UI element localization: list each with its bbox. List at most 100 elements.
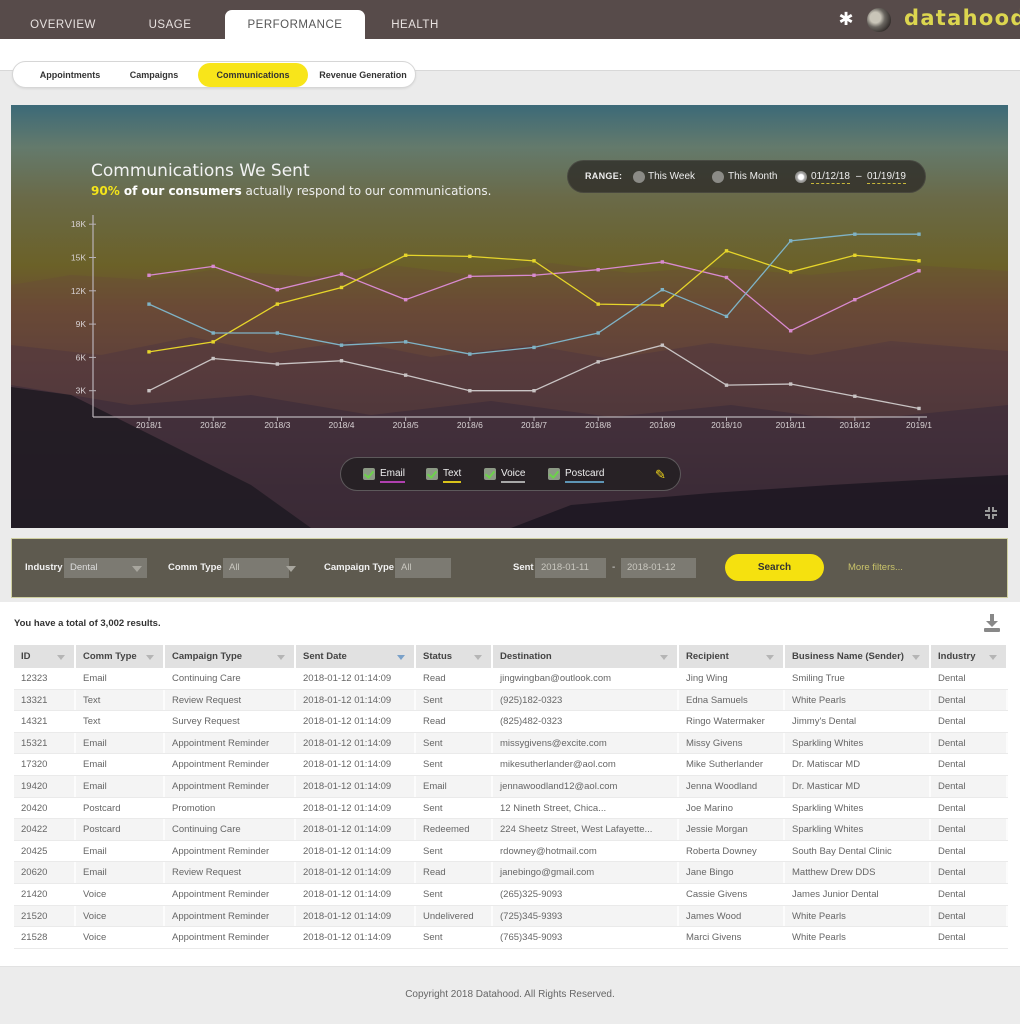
nav-tab-usage[interactable]: USAGE xyxy=(125,10,215,39)
legend-label-email[interactable]: Email xyxy=(380,468,406,483)
subtab-campaigns[interactable]: Campaigns xyxy=(113,63,195,87)
column-label: Campaign Type xyxy=(172,651,243,662)
sort-caret-icon[interactable] xyxy=(660,655,668,660)
column-header-destination[interactable]: Destination xyxy=(493,645,679,668)
nav-tab-performance[interactable]: PERFORMANCE xyxy=(225,10,365,39)
top-nav-bar: OVERVIEW USAGE PERFORMANCE HEALTH ✱ data… xyxy=(0,0,1020,39)
table-row[interactable]: 14321 Text Survey Request 2018-01-12 01:14:… xyxy=(14,711,1008,733)
data-point-text xyxy=(532,259,536,263)
table-row[interactable]: 15321 Email Appointment Reminder 2018-01-12… xyxy=(14,732,1008,755)
user-avatar[interactable] xyxy=(867,8,891,32)
nav-tab-overview[interactable]: OVERVIEW xyxy=(18,10,108,39)
sent-from-input[interactable]: 2018-01-11 xyxy=(535,558,606,578)
legend-label-postcard[interactable]: Postcard xyxy=(565,468,605,483)
column-header-business-name[interactable]: Business Name (Sender) xyxy=(785,645,931,668)
table-row[interactable]: 21420 Voice Appointment Reminder 2018-01-12… xyxy=(14,883,1008,906)
column-header-sent-date[interactable]: Sent Date xyxy=(296,645,416,668)
sort-caret-icon[interactable] xyxy=(146,655,154,660)
comm-type-label: Comm Type xyxy=(168,562,222,573)
table-cell: 20420 xyxy=(14,797,76,819)
legend-checkbox-text[interactable] xyxy=(426,468,438,480)
more-filters-link[interactable]: More filters... xyxy=(848,562,903,573)
table-cell: Email xyxy=(76,668,165,689)
table-cell: (725)345-9393 xyxy=(493,905,679,927)
subtab-communications[interactable]: Communications xyxy=(198,63,308,87)
table-row[interactable]: 17320 Email Appointment Reminder 2018-01-12… xyxy=(14,754,1008,776)
sort-caret-icon[interactable] xyxy=(277,655,285,660)
y-tick-label: 18K xyxy=(71,219,86,229)
sent-to-input[interactable]: 2018-01-12 xyxy=(621,558,696,578)
nav-tab-health[interactable]: HEALTH xyxy=(370,10,460,39)
table-cell: Dental xyxy=(931,689,1008,711)
table-cell: 2018-01-12 01:14:09 xyxy=(296,840,416,862)
data-point-email xyxy=(853,297,857,302)
column-header-status[interactable]: Status xyxy=(416,645,493,668)
column-header-industry[interactable]: Industry xyxy=(931,645,1008,668)
table-cell: 2018-01-12 01:14:09 xyxy=(296,927,416,948)
data-point-voice xyxy=(724,383,729,387)
search-button[interactable]: Search xyxy=(725,554,824,581)
table-cell: Email xyxy=(76,732,165,754)
sort-caret-icon[interactable] xyxy=(57,655,65,660)
table-cell: janebingo@gmail.com xyxy=(493,862,679,883)
legend-checkbox-postcard[interactable] xyxy=(548,468,560,480)
sort-caret-icon[interactable] xyxy=(397,655,405,660)
sort-caret-icon[interactable] xyxy=(912,655,920,660)
column-header-recipient[interactable]: Recipient xyxy=(679,645,785,668)
table-row[interactable]: 20620 Email Review Request 2018-01-12 01:14… xyxy=(14,862,1008,884)
campaign-type-input[interactable]: All xyxy=(395,558,451,578)
table-cell: Text xyxy=(76,689,165,711)
data-point-voice xyxy=(660,343,665,347)
table-cell: 14321 xyxy=(14,711,76,732)
legend-label-voice[interactable]: Voice xyxy=(501,468,526,483)
sort-caret-icon[interactable] xyxy=(989,655,997,660)
table-cell: 2018-01-12 01:14:09 xyxy=(296,689,416,711)
table-row[interactable]: 19420 Email Appointment Reminder 2018-01-12… xyxy=(14,775,1008,798)
subtab-revenue-generation[interactable]: Revenue Generation xyxy=(311,63,415,87)
legend-checkbox-voice[interactable] xyxy=(484,468,496,480)
column-header-comm-type[interactable]: Comm Type xyxy=(76,645,165,668)
table-cell: Cassie Givens xyxy=(679,883,785,905)
pencil-icon[interactable]: ✎ xyxy=(655,467,666,483)
table-cell: Mike Sutherlander xyxy=(679,754,785,775)
table-cell: Survey Request xyxy=(165,711,296,732)
column-header-campaign-type[interactable]: Campaign Type xyxy=(165,645,296,668)
table-cell: Jenna Woodland xyxy=(679,775,785,797)
table-cell: Matthew Drew DDS xyxy=(785,862,931,883)
gear-icon[interactable]: ✱ xyxy=(836,9,856,29)
legend-label-text[interactable]: Text xyxy=(443,468,462,483)
table-row[interactable]: 21528 Voice Appointment Reminder 2018-01-12… xyxy=(14,927,1008,949)
data-point-email xyxy=(468,274,472,279)
campaign-type-label: Campaign Type xyxy=(324,562,395,573)
data-point-text xyxy=(660,303,665,307)
sort-caret-icon[interactable] xyxy=(766,655,774,660)
table-row[interactable]: 12323 Email Continuing Care 2018-01-12 01:1… xyxy=(14,668,1008,690)
data-point-email xyxy=(660,260,665,264)
table-cell: Roberta Downey xyxy=(679,840,785,862)
table-body: 12323 Email Continuing Care 2018-01-12 01:1… xyxy=(14,668,1008,949)
data-point-voice xyxy=(339,359,344,363)
data-point-postcard xyxy=(917,232,921,236)
collapse-icon[interactable] xyxy=(984,506,998,520)
table-row[interactable]: 21520 Voice Appointment Reminder 2018-01-12… xyxy=(14,905,1008,928)
comm-type-select[interactable]: All xyxy=(223,558,289,578)
table-row[interactable]: 20425 Email Appointment Reminder 2018-01-12… xyxy=(14,840,1008,863)
table-cell: White Pearls xyxy=(785,905,931,927)
data-point-postcard xyxy=(211,331,215,335)
legend-checkbox-email[interactable] xyxy=(363,468,375,480)
chevron-down-icon[interactable] xyxy=(286,566,296,572)
table-cell: White Pearls xyxy=(785,689,931,711)
table-row[interactable]: 13321 Text Review Request 2018-01-12 01:14:… xyxy=(14,689,1008,712)
download-icon[interactable] xyxy=(984,614,1000,632)
chevron-down-icon[interactable] xyxy=(132,566,142,572)
sort-caret-icon[interactable] xyxy=(474,655,482,660)
table-row[interactable]: 20420 Postcard Promotion 2018-01-12 01:14:0… xyxy=(14,797,1008,820)
table-cell: Dental xyxy=(931,668,1008,689)
table-cell: 2018-01-12 01:14:09 xyxy=(296,797,416,819)
data-point-postcard xyxy=(275,331,280,335)
column-header-id[interactable]: ID xyxy=(14,645,76,668)
subtab-appointments[interactable]: Appointments xyxy=(27,63,113,87)
table-cell: Postcard xyxy=(76,819,165,840)
sent-date-separator: - xyxy=(612,562,616,573)
table-row[interactable]: 20422 Postcard Continuing Care 2018-01-12 0… xyxy=(14,819,1008,841)
